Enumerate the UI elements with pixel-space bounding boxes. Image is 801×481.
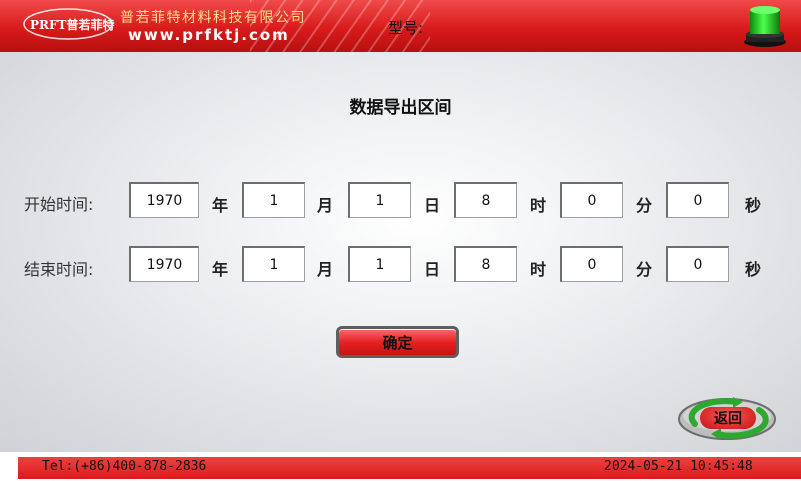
company-logo: PRFT普若菲特 (22, 6, 114, 42)
contact-phone: Tel:(+86)400-878-2836 (42, 459, 207, 474)
start-month-unit: 月 (317, 196, 334, 215)
model-label: 型号: (388, 19, 424, 37)
header-bar: PRFT普若菲特 普若菲特材料科技有限公司 www.prfktj.com 型号: (0, 0, 801, 52)
start-minute-unit: 分 (636, 196, 653, 215)
confirm-button-label: 确定 (382, 333, 413, 352)
end-year-input[interactable]: 1970 (129, 246, 199, 282)
end-hour-input[interactable]: 8 (454, 246, 517, 282)
end-second-input[interactable]: 0 (666, 246, 729, 282)
end-month-unit: 月 (317, 260, 334, 279)
logo-text: PRFT普若菲特 (30, 18, 115, 32)
start-second-input[interactable]: 0 (666, 182, 729, 218)
start-month-input[interactable]: 1 (242, 182, 305, 218)
start-time-label: 开始时间: (24, 195, 94, 214)
end-second-unit: 秒 (745, 260, 762, 279)
end-year-unit: 年 (212, 260, 229, 279)
start-day-unit: 日 (424, 196, 441, 215)
page-title: 数据导出区间 (349, 98, 452, 118)
status-light-icon (742, 4, 788, 48)
start-hour-input[interactable]: 8 (454, 182, 517, 218)
end-minute-unit: 分 (636, 260, 653, 279)
start-day-input[interactable]: 1 (348, 182, 411, 218)
end-minute-input[interactable]: 0 (560, 246, 623, 282)
company-name: 普若菲特材料科技有限公司 (120, 10, 306, 26)
back-button-label[interactable]: 返回 (700, 407, 756, 429)
start-minute-input[interactable]: 0 (560, 182, 623, 218)
end-month-input[interactable]: 1 (242, 246, 305, 282)
end-time-label: 结束时间: (24, 260, 94, 279)
end-hour-unit: 时 (530, 260, 547, 279)
start-hour-unit: 时 (530, 196, 547, 215)
current-datetime: 2024-05-21 10:45:48 (604, 459, 753, 474)
end-day-input[interactable]: 1 (348, 246, 411, 282)
company-website: www.prfktj.com (128, 26, 290, 44)
start-second-unit: 秒 (745, 196, 762, 215)
end-day-unit: 日 (424, 260, 441, 279)
start-year-unit: 年 (212, 196, 229, 215)
confirm-button[interactable]: 确定 (336, 326, 459, 358)
start-year-input[interactable]: 1970 (129, 182, 199, 218)
